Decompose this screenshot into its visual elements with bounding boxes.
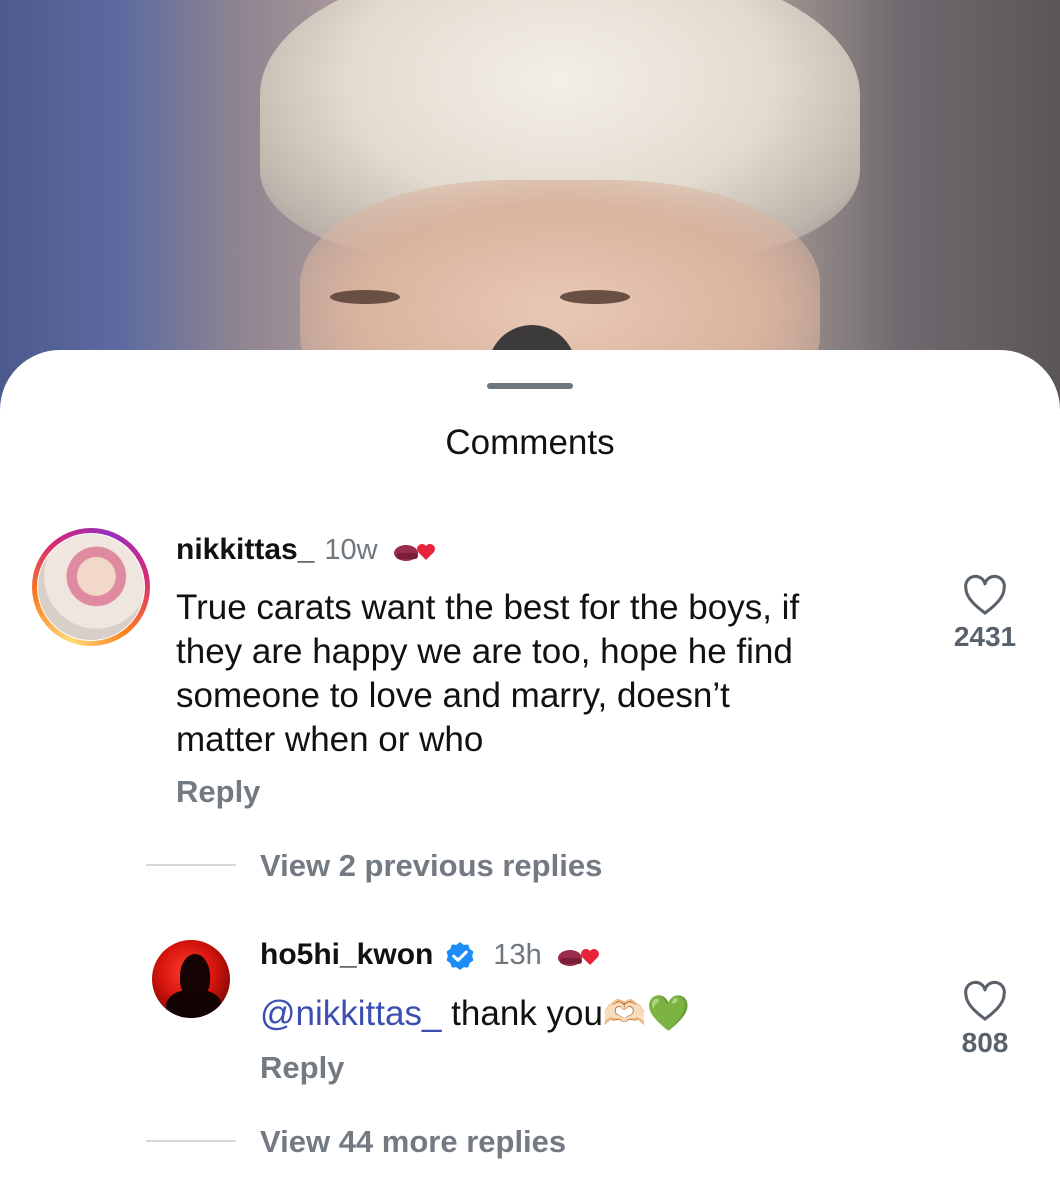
comment-username[interactable]: nikkittas_ [176,533,314,566]
mention-link[interactable]: @nikkittas_ [260,994,441,1033]
sheet-drag-handle[interactable] [487,383,573,389]
view-more-replies-button[interactable]: View 44 more replies [260,1124,566,1160]
heart-icon [962,980,1008,1026]
like-button[interactable]: 808 [944,980,1026,1059]
comment-header: ho5hi_kwon 13h [260,938,606,979]
heart-icon [962,574,1008,620]
comments-sheet: Comments nikkittas_ 10w True carats want … [0,350,1060,1200]
reply-button[interactable]: Reply [176,774,260,810]
comment-text: @nikkittas_ thank you🫶🏻💚 [260,992,900,1036]
comment-time: 13h [493,939,542,971]
like-count: 2431 [953,621,1017,652]
avatar[interactable] [32,528,150,646]
comment-line: True carats want the best for the boys, … [176,588,800,627]
comment-username[interactable]: ho5hi_kwon [260,938,433,971]
background-eye-right [560,290,630,304]
comment-text: True carats want the best for the boys, … [176,586,916,762]
avatar[interactable] [152,940,230,1018]
background-eye-left [330,290,400,304]
reply-button[interactable]: Reply [260,1050,344,1086]
verified-badge-icon [443,940,477,979]
comment-line: they are happy we are too, hope he find [176,632,793,671]
replies-divider [146,864,236,866]
comment-header: nikkittas_ 10w [176,533,442,571]
comment-line: matter when or who [176,720,484,759]
replies-divider [146,1140,236,1142]
author-liked-badge-icon [390,538,442,571]
comment-body: thank you🫶🏻💚 [441,994,691,1033]
comment-line: someone to love and marry, doesn’t [176,676,730,715]
comment-time: 10w [324,534,378,566]
view-previous-replies-button[interactable]: View 2 previous replies [260,848,602,884]
sheet-title: Comments [445,423,615,462]
avatar-photo [38,534,144,640]
like-count: 808 [961,1027,1009,1058]
author-liked-badge-icon [554,943,606,976]
like-button[interactable]: 2431 [944,574,1026,653]
